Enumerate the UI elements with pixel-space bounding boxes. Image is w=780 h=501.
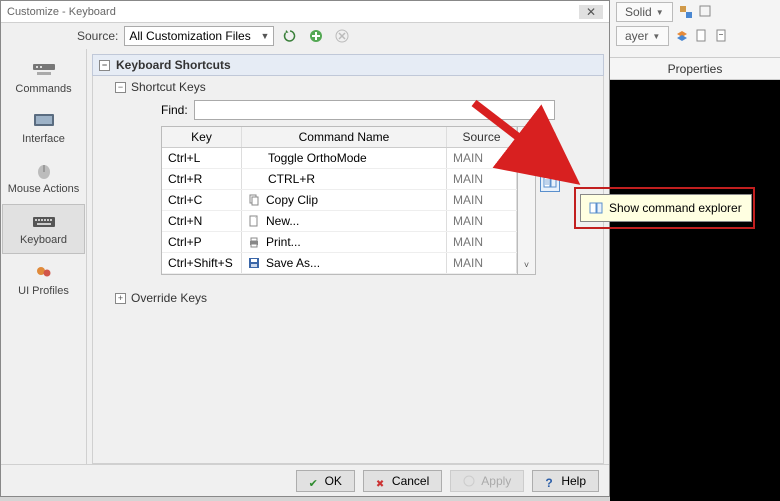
tooltip-text: Show command explorer — [609, 201, 742, 215]
command-explorer-icon — [589, 201, 603, 215]
tooltip: Show command explorer — [580, 194, 752, 222]
